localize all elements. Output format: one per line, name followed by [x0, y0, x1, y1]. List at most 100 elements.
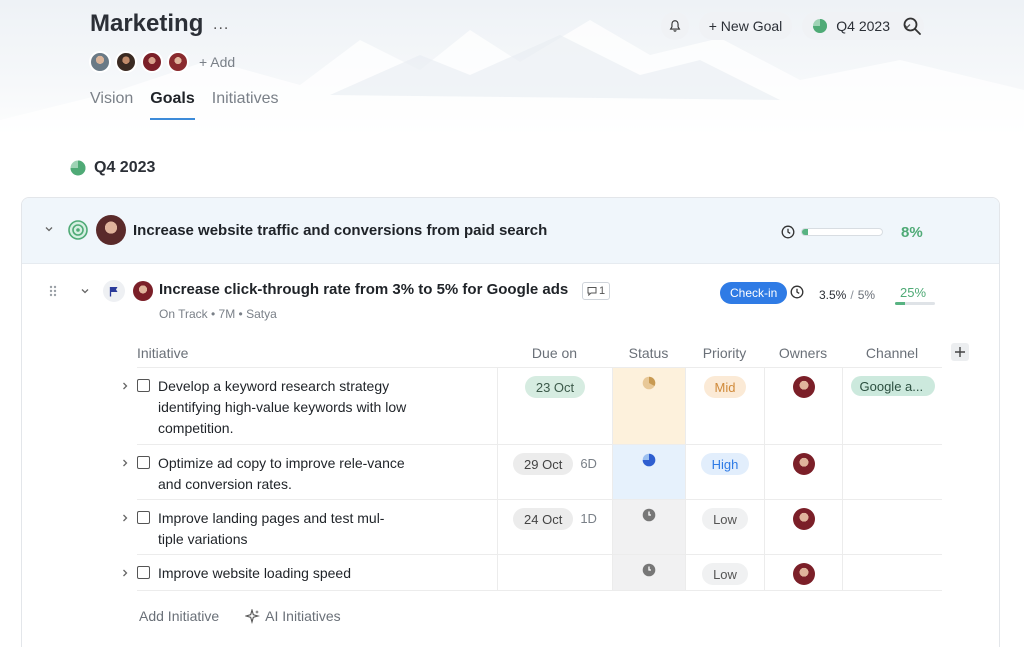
owner-avatar[interactable] — [792, 508, 815, 530]
priority-cell[interactable]: Low — [685, 500, 764, 554]
priority-cell[interactable]: High — [685, 445, 764, 499]
owners-cell[interactable] — [764, 445, 842, 499]
owner-avatar[interactable] — [792, 376, 815, 398]
ai-initiatives-label: AI Initiatives — [265, 608, 341, 624]
owners-cell[interactable] — [764, 500, 842, 554]
priority-badge[interactable]: Mid — [703, 376, 747, 398]
initiative-text[interactable]: Develop a keyword research strategy iden… — [158, 376, 408, 444]
goal-owner-avatar[interactable] — [96, 215, 126, 245]
chevron-right-icon[interactable] — [120, 458, 130, 468]
tab-vision[interactable]: Vision — [90, 90, 133, 120]
due-cell[interactable]: 24 Oct 1D — [497, 500, 612, 554]
search-icon[interactable] — [902, 16, 922, 36]
table-row[interactable]: Improve landing pages and test mul-tiple… — [123, 500, 942, 555]
key-result-title[interactable]: Increase click-through rate from 3% to 5… — [159, 281, 568, 298]
initiative-checkbox[interactable] — [137, 511, 150, 524]
clock-icon — [642, 508, 656, 522]
initiative-text[interactable]: Improve website loading speed — [158, 563, 408, 590]
channel-pill[interactable]: Google a... — [850, 376, 935, 396]
member-avatar[interactable] — [167, 51, 189, 73]
table-row[interactable]: Improve website loading speed Low — [123, 555, 942, 591]
owner-avatar[interactable] — [792, 453, 815, 475]
chevron-down-icon[interactable] — [44, 224, 54, 234]
channel-cell[interactable] — [842, 445, 942, 499]
channel-cell[interactable]: Google a... — [842, 368, 942, 444]
table-header: Initiative Due on Status Priority Owners… — [137, 338, 942, 368]
owners-cell[interactable] — [764, 368, 842, 444]
days-remaining: 1D — [580, 511, 597, 526]
priority-cell[interactable]: Mid — [685, 368, 764, 444]
channel-cell[interactable] — [842, 500, 942, 554]
header-status[interactable]: Status — [612, 345, 685, 361]
key-result-values: 3.5%/5% — [819, 288, 875, 302]
add-column-button[interactable] — [951, 343, 969, 361]
drag-handle-icon[interactable] — [48, 284, 58, 298]
initiative-checkbox[interactable] — [137, 566, 150, 579]
header-channel[interactable]: Channel — [842, 345, 942, 361]
add-member-button[interactable]: + Add — [199, 54, 235, 70]
initiatives-table: Initiative Due on Status Priority Owners… — [123, 338, 942, 591]
due-cell[interactable] — [497, 555, 612, 590]
days-remaining: 6D — [580, 456, 597, 471]
pie-progress-icon — [70, 160, 86, 176]
channel-cell[interactable] — [842, 555, 942, 590]
target-icon — [68, 220, 88, 240]
status-cell[interactable] — [612, 555, 685, 590]
initiative-text[interactable]: Optimize ad copy to improve rele-vance a… — [158, 453, 408, 499]
member-avatar[interactable] — [115, 51, 137, 73]
initiative-cell: Improve landing pages and test mul-tiple… — [137, 500, 497, 554]
header-due-on[interactable]: Due on — [497, 345, 612, 361]
chevron-right-icon[interactable] — [120, 513, 130, 523]
due-date-pill[interactable]: 29 Oct — [513, 453, 574, 475]
due-date-pill[interactable]: 23 Oct — [524, 376, 586, 398]
status-cell[interactable] — [612, 368, 685, 444]
status-cell[interactable] — [612, 445, 685, 499]
key-result-row[interactable]: Increase click-through rate from 3% to 5… — [22, 264, 999, 334]
due-cell[interactable]: 23 Oct — [497, 368, 612, 444]
ai-initiatives-button[interactable]: AI Initiatives — [245, 608, 341, 624]
due-date-pill[interactable]: 24 Oct — [513, 508, 574, 530]
clock-icon — [781, 225, 795, 239]
initiative-checkbox[interactable] — [137, 456, 150, 469]
comment-icon — [587, 287, 597, 296]
check-in-button[interactable]: Check-in — [720, 282, 788, 304]
initiative-checkbox[interactable] — [137, 379, 150, 392]
status-cell[interactable] — [612, 500, 685, 554]
header-owners[interactable]: Owners — [764, 345, 842, 361]
priority-badge[interactable]: High — [700, 453, 750, 475]
table-row[interactable]: Optimize ad copy to improve rele-vance a… — [123, 445, 942, 500]
initiative-cell: Improve website loading speed — [137, 555, 497, 590]
tab-initiatives[interactable]: Initiatives — [212, 90, 279, 120]
add-initiative-button[interactable]: Add Initiative — [139, 608, 219, 624]
comment-count: 1 — [599, 285, 606, 297]
owners-cell[interactable] — [764, 555, 842, 590]
member-avatar[interactable] — [89, 51, 111, 73]
more-options-button[interactable]: ... — [213, 16, 229, 34]
owner-avatar[interactable] — [792, 563, 815, 585]
header-priority[interactable]: Priority — [685, 345, 764, 361]
status-pie-icon — [642, 453, 656, 467]
header-initiative[interactable]: Initiative — [137, 345, 497, 361]
member-avatar[interactable] — [141, 51, 163, 73]
chevron-right-icon[interactable] — [120, 381, 130, 391]
comment-count-badge[interactable]: 1 — [582, 282, 611, 300]
pie-progress-icon — [813, 19, 828, 33]
tab-goals[interactable]: Goals — [150, 90, 195, 120]
top-toolbar: + New Goal Q4 2023 — [651, 12, 924, 40]
table-row[interactable]: Develop a keyword research strategy iden… — [123, 368, 942, 445]
priority-badge[interactable]: Low — [702, 508, 748, 530]
goal-title[interactable]: Increase website traffic and conversions… — [133, 222, 547, 239]
target-value: 5% — [857, 288, 876, 302]
goal-header[interactable]: Increase website traffic and conversions… — [22, 198, 999, 264]
page-title: Marketing — [90, 10, 204, 37]
chevron-right-icon[interactable] — [120, 568, 130, 578]
key-result-owner-avatar[interactable] — [133, 281, 153, 301]
notifications-button[interactable] — [660, 12, 689, 40]
priority-badge[interactable]: Low — [702, 563, 748, 585]
initiative-text[interactable]: Improve landing pages and test mul-tiple… — [158, 508, 408, 554]
new-goal-button[interactable]: + New Goal — [698, 12, 793, 40]
chevron-down-icon[interactable] — [80, 286, 90, 296]
due-cell[interactable]: 29 Oct 6D — [497, 445, 612, 499]
initiative-cell: Optimize ad copy to improve rele-vance a… — [137, 445, 497, 499]
priority-cell[interactable]: Low — [685, 555, 764, 590]
